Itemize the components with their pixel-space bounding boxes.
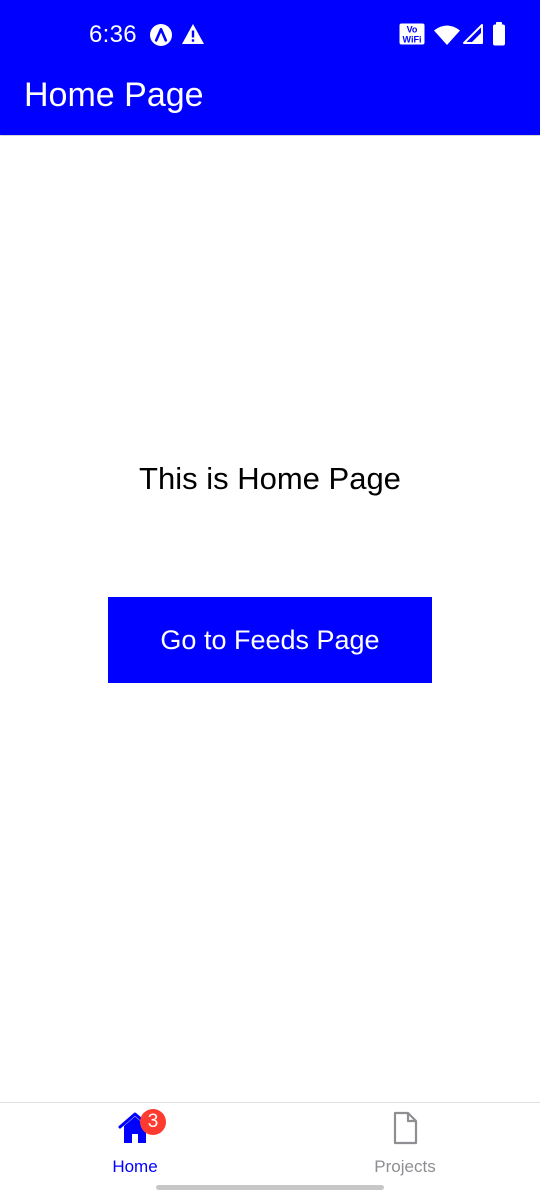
home-indicator[interactable] [156, 1185, 384, 1190]
vowifi-bottom-text: WiFi [403, 35, 422, 45]
warning-icon [182, 24, 204, 44]
tab-home-label: Home [112, 1157, 158, 1176]
status-time: 6:36 [89, 21, 137, 48]
battery-icon [493, 22, 505, 46]
home-badge: 3 [140, 1109, 166, 1135]
vowifi-top-text: Vo [407, 25, 418, 35]
home-heading: This is Home Page [139, 461, 401, 496]
main-content: This is Home Page Go to Feeds Page [0, 136, 540, 1102]
tab-projects-label: Projects [374, 1157, 436, 1176]
status-bar: 6:36 Vo WiFi [0, 0, 540, 68]
wifi-icon [434, 25, 460, 45]
go-to-feeds-button[interactable]: Go to Feeds Page [108, 597, 432, 683]
page-title: Home Page [24, 76, 204, 114]
app-notification-icon [150, 24, 172, 46]
vowifi-icon: Vo WiFi [399, 23, 425, 45]
app-header: Home Page [0, 68, 540, 135]
cellular-signal-icon [463, 24, 483, 44]
document-icon [393, 1111, 418, 1145]
